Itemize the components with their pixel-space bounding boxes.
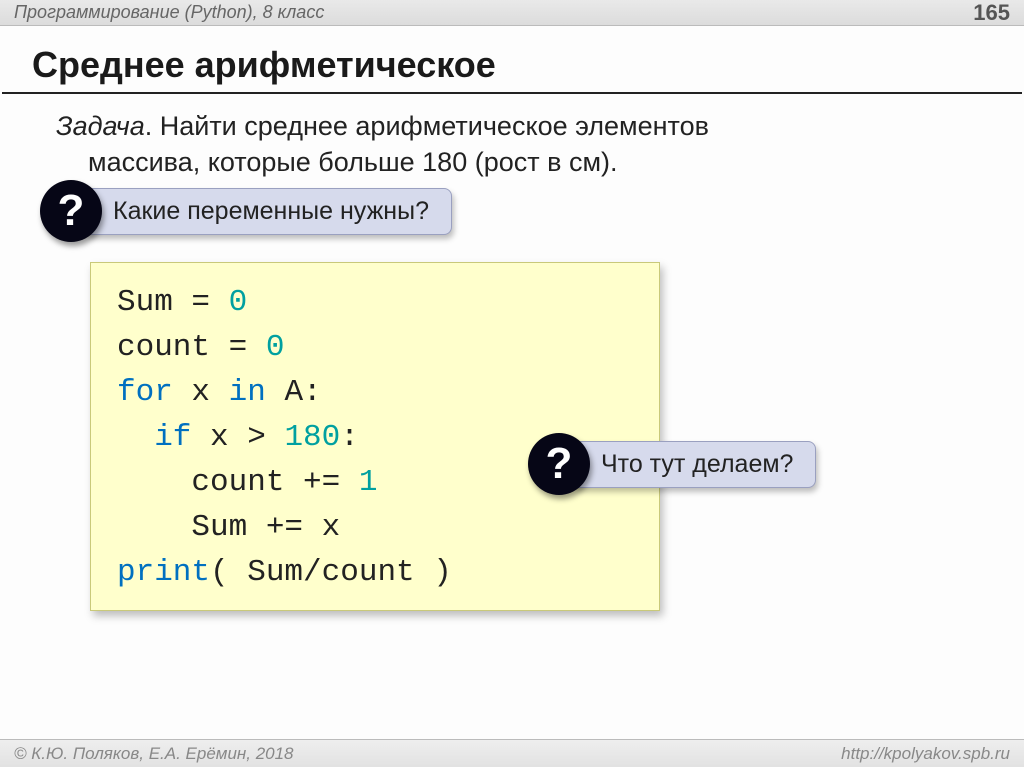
page-number: 165 <box>973 0 1010 26</box>
callout-text-1: Какие переменные нужны? <box>84 188 452 235</box>
footer-bar: © К.Ю. Поляков, Е.А. Ерёмин, 2018 http:/… <box>0 739 1024 767</box>
footer-url: http://kpolyakov.spb.ru <box>841 744 1010 764</box>
task-line-2: массива, которые больше 180 (рост в см). <box>0 144 1024 180</box>
course-name: Программирование (Python), 8 класс <box>14 2 324 23</box>
header-bar: Программирование (Python), 8 класс 165 <box>0 0 1024 26</box>
task-text-1: . Найти среднее арифметическое элементов <box>145 111 709 141</box>
callout-vars: ? Какие переменные нужны? <box>40 180 452 242</box>
callout-what: ? Что тут делаем? <box>528 433 816 495</box>
slide-title: Среднее арифметическое <box>2 26 1022 94</box>
callout-text-2: Что тут делаем? <box>572 441 816 488</box>
question-icon: ? <box>528 433 590 495</box>
task-label: Задача <box>56 111 145 141</box>
task-line-1: Задача. Найти среднее арифметическое эле… <box>0 94 1024 144</box>
footer-copyright: © К.Ю. Поляков, Е.А. Ерёмин, 2018 <box>14 744 294 764</box>
question-icon: ? <box>40 180 102 242</box>
